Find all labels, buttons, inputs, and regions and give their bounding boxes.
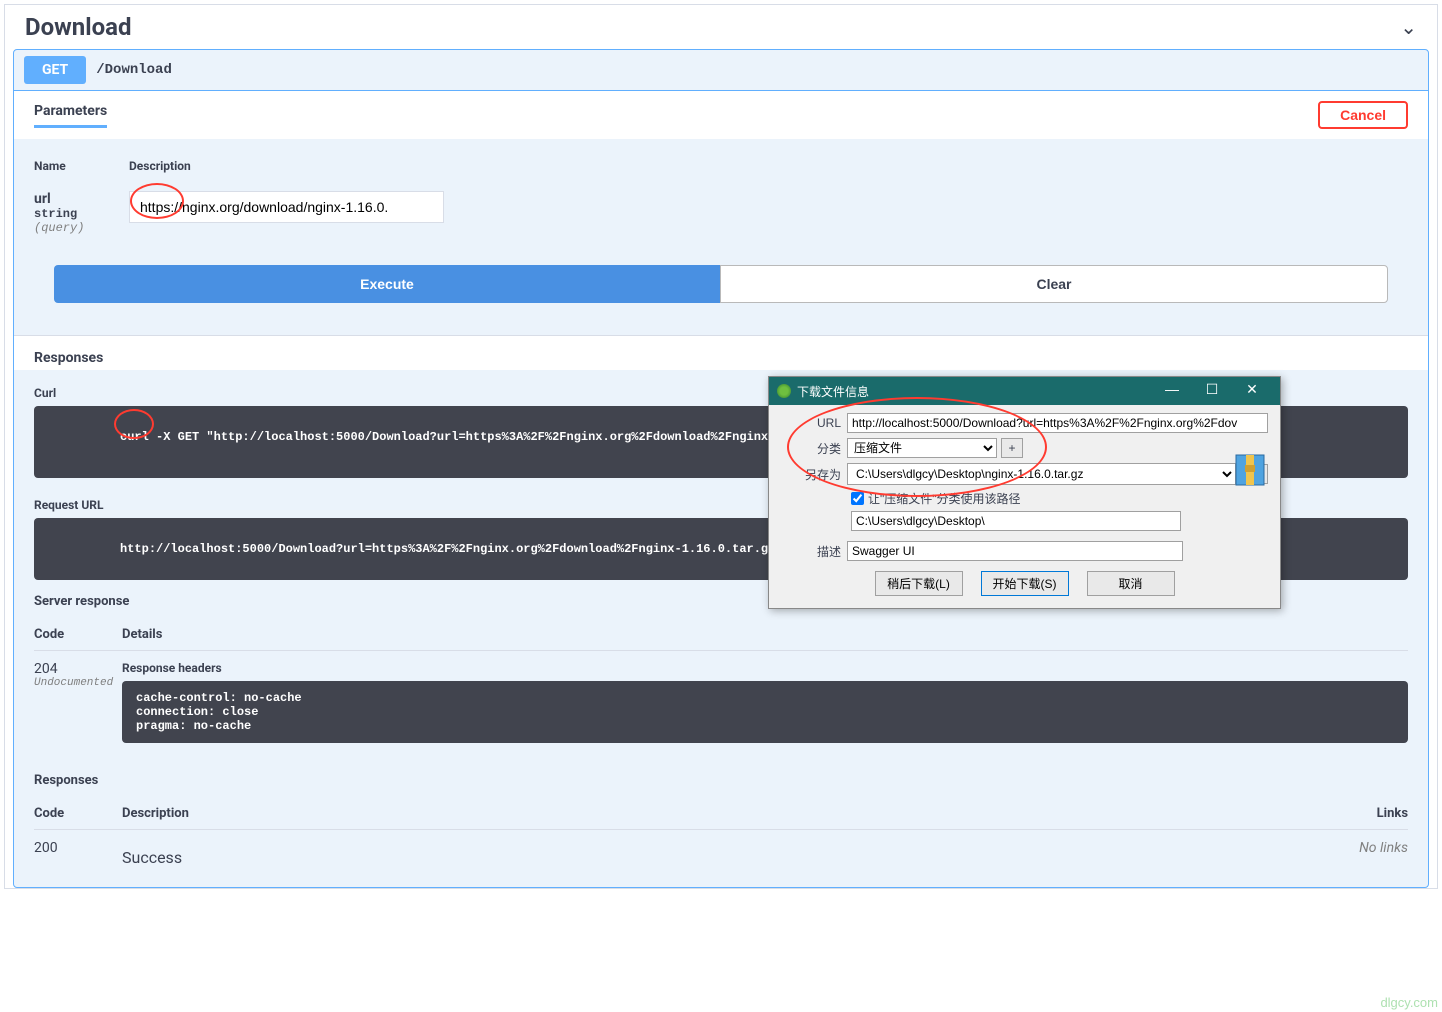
chevron-down-icon[interactable]: ⌄ xyxy=(1400,15,1417,39)
idm-titlebar[interactable]: 下载文件信息 — ☐ ✕ xyxy=(769,377,1280,405)
close-icon[interactable]: ✕ xyxy=(1232,382,1272,400)
response-row-204: 204 Undocumented Response headers cache-… xyxy=(34,650,1408,753)
idm-desc-label: 描述 xyxy=(781,543,847,560)
links-header: Links xyxy=(1328,806,1408,821)
status-code: 204 xyxy=(34,661,122,677)
idm-cancel-button[interactable]: 取消 xyxy=(1087,571,1175,596)
header: Download ⌄ xyxy=(5,5,1437,49)
param-name-cell: url string (query) xyxy=(34,191,129,235)
idm-app-icon xyxy=(777,384,791,398)
idm-category-select[interactable]: 压缩文件 xyxy=(847,438,997,458)
download-later-button[interactable]: 稍后下载(L) xyxy=(875,571,963,596)
parameters-header: Parameters Cancel xyxy=(14,91,1428,139)
idm-title-text: 下载文件信息 xyxy=(797,383,1152,400)
details-header: Details xyxy=(122,627,1408,642)
responses-title: Responses xyxy=(34,350,1408,366)
status-code-200: 200 xyxy=(34,840,122,867)
param-type: string xyxy=(34,207,129,221)
description-header: Description xyxy=(129,159,191,173)
archive-file-icon xyxy=(1234,451,1266,487)
idm-category-label: 分类 xyxy=(781,440,847,457)
idm-use-path-checkbox[interactable] xyxy=(851,492,864,505)
maximize-icon[interactable]: ☐ xyxy=(1192,382,1232,400)
name-header: Name xyxy=(34,159,129,173)
response-headers-label: Response headers xyxy=(122,661,1408,675)
response-headers-block: cache-control: no-cache connection: clos… xyxy=(122,681,1408,743)
param-table-head: Name Description xyxy=(34,159,1408,173)
page-title: Download xyxy=(25,13,131,41)
idm-url-input[interactable] xyxy=(847,413,1268,433)
idm-checkbox-label: 让"压缩文件"分类使用该路径 xyxy=(868,490,1021,507)
method-badge: GET xyxy=(24,56,86,84)
param-name: url xyxy=(34,191,129,207)
add-category-button[interactable]: + xyxy=(1001,438,1023,458)
parameters-tab[interactable]: Parameters xyxy=(34,103,107,128)
request-url: http://localhost:5000/Download?url=https… xyxy=(120,542,775,556)
idm-download-dialog: 下载文件信息 — ☐ ✕ URL 分类 压缩文件 + 另存为 C:\Users\… xyxy=(768,376,1281,609)
cancel-button[interactable]: Cancel xyxy=(1318,101,1408,129)
url-input[interactable] xyxy=(129,191,444,223)
response-headers: cache-control: no-cache connection: clos… xyxy=(136,691,302,733)
idm-description-input[interactable] xyxy=(847,541,1183,561)
idm-saveas-label: 另存为 xyxy=(781,466,847,483)
idm-url-label: URL xyxy=(781,416,847,430)
minimize-icon[interactable]: — xyxy=(1152,382,1192,400)
no-links: No links xyxy=(1328,840,1408,867)
start-download-button[interactable]: 开始下载(S) xyxy=(981,571,1069,596)
undocumented-label: Undocumented xyxy=(34,677,122,689)
idm-path-input[interactable] xyxy=(851,511,1181,531)
param-row: url string (query) xyxy=(34,191,1408,235)
operation-header[interactable]: GET /Download xyxy=(14,50,1428,90)
code-header-2: Code xyxy=(34,806,122,821)
success-description: Success xyxy=(122,840,1328,867)
watermark: dlgcy.com xyxy=(1380,995,1438,1010)
execute-button[interactable]: Execute xyxy=(54,265,720,303)
param-location: (query) xyxy=(34,221,129,235)
clear-button[interactable]: Clear xyxy=(720,265,1388,303)
operation-path: /Download xyxy=(96,62,172,78)
responses-label-2: Responses xyxy=(14,763,1428,798)
code-header: Code xyxy=(34,627,122,642)
idm-saveas-input[interactable]: C:\Users\dlgcy\Desktop\nginx-1.16.0.tar.… xyxy=(847,463,1236,485)
response-row-200: 200 Success No links xyxy=(34,829,1408,877)
description-header-2: Description xyxy=(122,806,1328,821)
responses-section: Responses xyxy=(14,335,1428,370)
